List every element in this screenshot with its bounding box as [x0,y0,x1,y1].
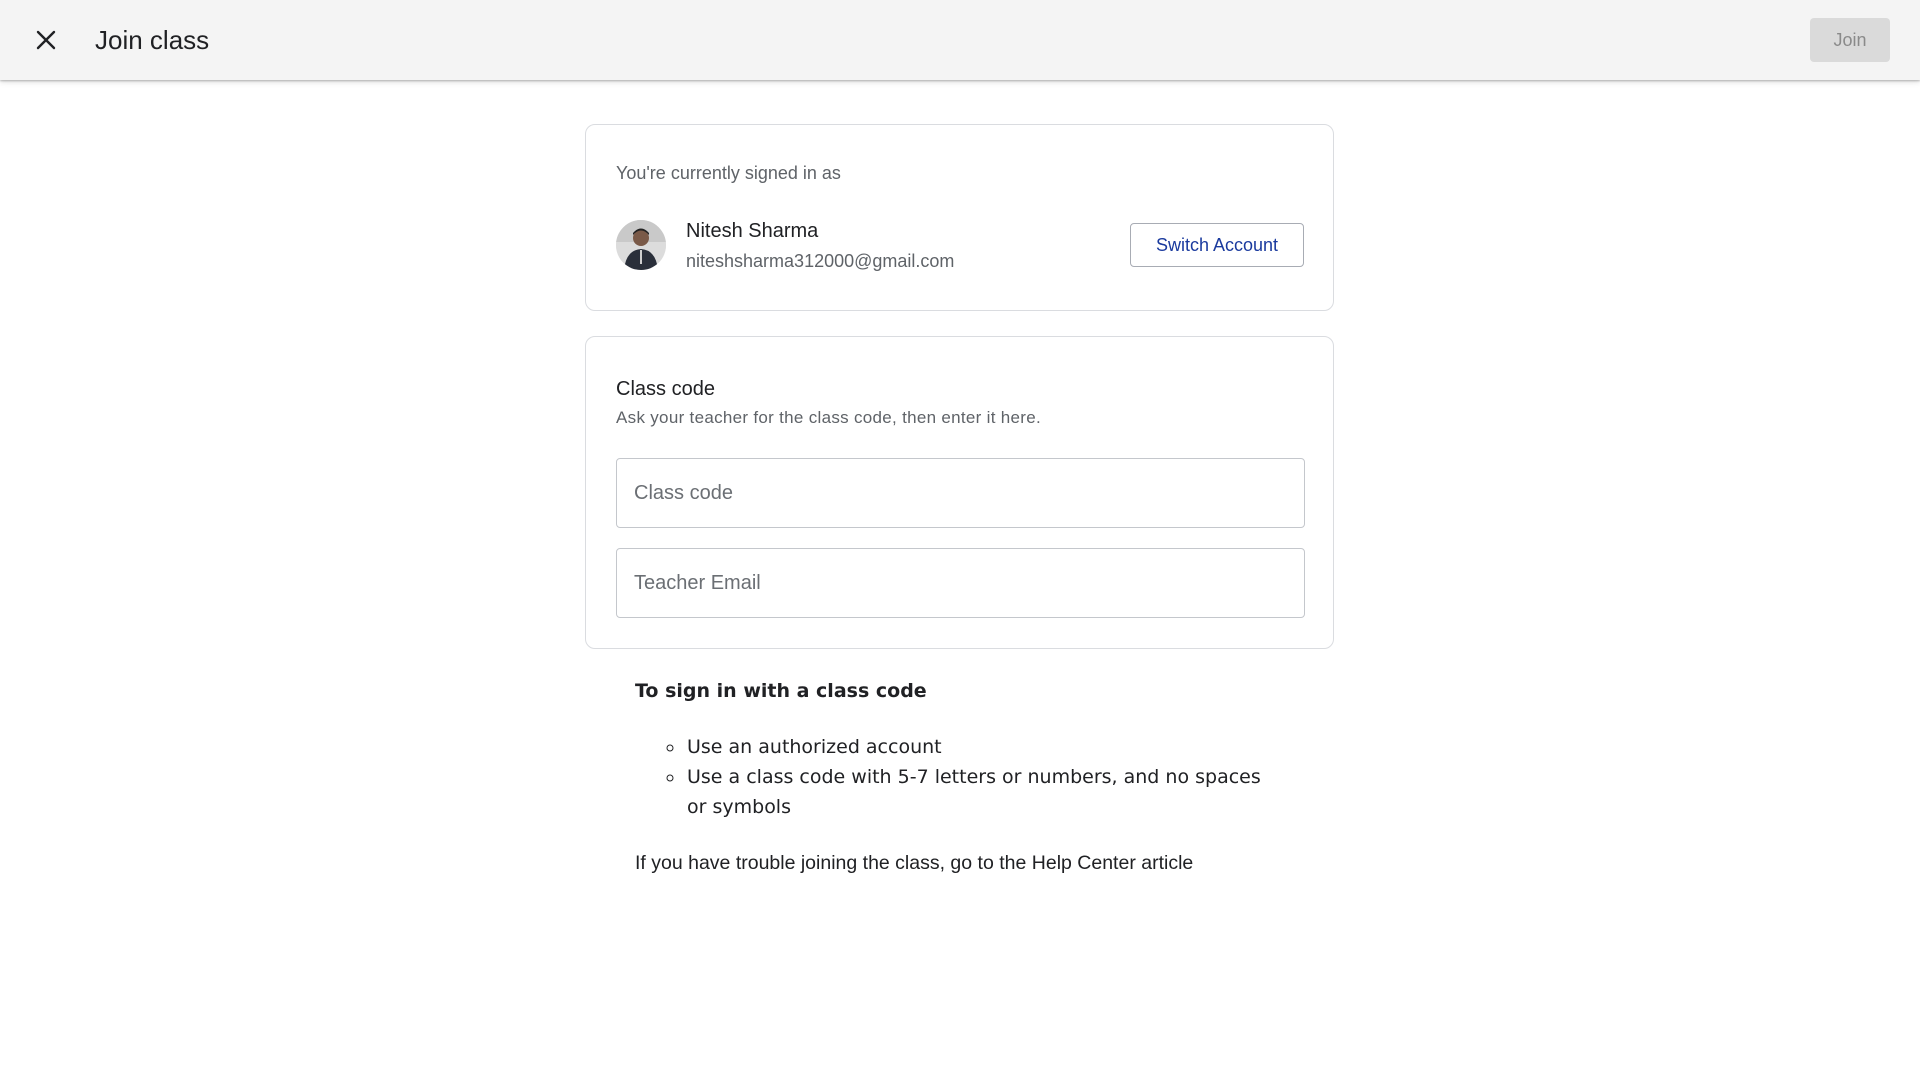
user-name: Nitesh Sharma [686,220,819,242]
teacher-email-input[interactable] [617,549,1304,617]
instructions: To sign in with a class code Use an auth… [635,676,1275,878]
class-code-help-text: Ask your teacher for the class code, the… [616,408,1042,427]
app-header: Join class Join [0,0,1920,80]
trouble-text: If you have trouble joining the class, g… [635,848,1275,878]
list-item: Use a class code with 5-7 letters or num… [685,762,1275,822]
avatar[interactable] [616,220,666,270]
help-center-link[interactable]: Help Center article [1032,852,1193,874]
instructions-title: To sign in with a class code [635,680,927,702]
user-email: niteshsharma312000@gmail.com [686,251,955,271]
instructions-list: Use an authorized account Use a class co… [635,732,1275,822]
signed-in-label: You're currently signed in as [616,163,841,183]
join-button[interactable]: Join [1810,18,1890,62]
class-code-field [616,458,1305,528]
close-button[interactable] [22,16,70,64]
list-item: Use an authorized account [685,732,1275,762]
class-code-input[interactable] [617,459,1304,527]
account-card: You're currently signed in as Nitesh Sha… [585,124,1334,311]
close-icon [36,30,56,50]
teacher-email-field [616,548,1305,618]
class-code-card: Class code Ask your teacher for the clas… [585,336,1334,649]
switch-account-button[interactable]: Switch Account [1130,223,1304,267]
page-title: Join class [95,25,210,55]
class-code-title: Class code [616,378,715,400]
trouble-prefix: If you have trouble joining the class, g… [635,852,1032,874]
